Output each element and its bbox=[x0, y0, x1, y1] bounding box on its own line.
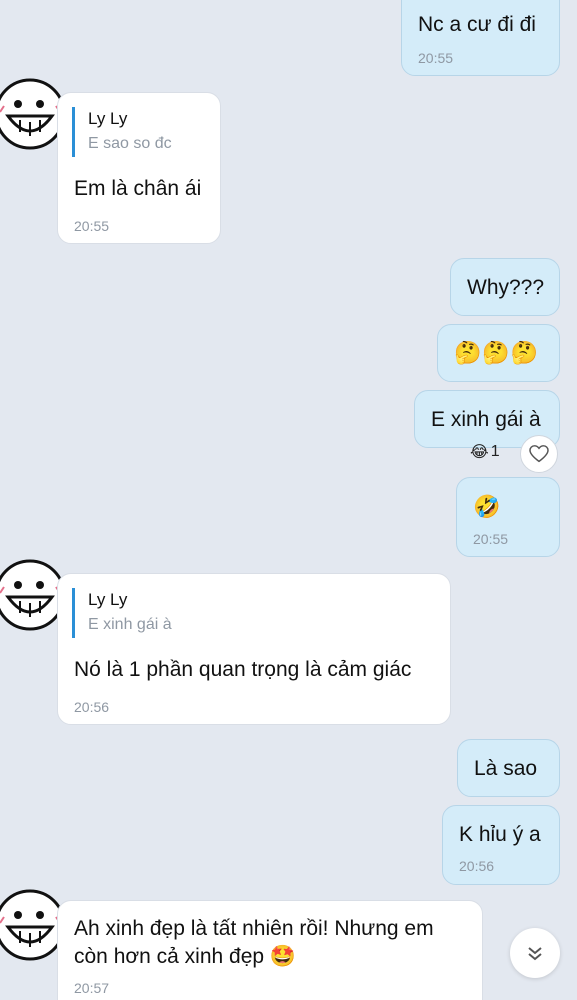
message-bubble-outgoing[interactable]: 🤔🤔🤔 bbox=[437, 324, 560, 382]
message-time: 20:56 bbox=[459, 858, 495, 874]
message-text: Là sao bbox=[474, 757, 538, 780]
message-text-line-2-text: còn hơn cả xinh đẹp bbox=[74, 945, 265, 968]
message-bubble-incoming[interactable]: Ly Ly E sao so đc Em là chân ái 20:55 bbox=[57, 92, 221, 244]
message-text: E xinh gái à bbox=[431, 408, 541, 431]
message-bubble-outgoing[interactable]: K hỉu ý a 20:56 bbox=[442, 805, 560, 885]
message-bubble-incoming[interactable]: Ly Ly E xinh gái à Nó là 1 phần quan trọ… bbox=[57, 573, 451, 725]
scroll-to-bottom-button[interactable] bbox=[510, 928, 560, 978]
heart-react-button[interactable] bbox=[520, 435, 558, 473]
message-text: Nó là 1 phần quan trọng là cảm giác bbox=[74, 658, 412, 681]
reaction-count: 1 bbox=[490, 443, 500, 460]
message-text: Nc a cư đi đi bbox=[418, 13, 536, 36]
message-time: 20:55 bbox=[418, 50, 454, 66]
message-bubble-outgoing[interactable]: Nc a cư đi đi 20:55 bbox=[401, 0, 560, 76]
message-reaction[interactable]: 😂 1 bbox=[470, 442, 500, 462]
double-chevron-down-icon bbox=[528, 947, 542, 961]
reply-quoted-text: E sao so đc bbox=[88, 135, 172, 152]
laughing-reaction-icon: 😂 bbox=[470, 444, 489, 461]
reply-quote[interactable]: Ly Ly E xinh gái à bbox=[72, 588, 172, 638]
message-text: K hỉu ý a bbox=[459, 823, 541, 846]
star-struck-emoji: 🤩 bbox=[269, 945, 297, 968]
chat-view: Nc a cư đi đi 20:55 Ly Ly E sao so đc Em… bbox=[0, 0, 577, 1000]
message-text: Em là chân ái bbox=[74, 177, 202, 200]
message-bubble-incoming[interactable]: Ah xinh đẹp là tất nhiên rồi! Nhưng em c… bbox=[57, 900, 483, 1000]
message-time: 20:55 bbox=[74, 218, 110, 234]
emoji-message: 🤔🤔🤔 bbox=[454, 340, 540, 365]
heart-icon bbox=[529, 445, 549, 463]
message-time: 20:55 bbox=[473, 531, 509, 547]
message-time: 20:56 bbox=[74, 699, 110, 715]
message-bubble-outgoing[interactable]: Là sao bbox=[457, 739, 560, 797]
reply-sender-name: Ly Ly bbox=[88, 109, 128, 128]
emoji-message: 🤣 bbox=[473, 494, 501, 519]
reply-quoted-text: E xinh gái à bbox=[88, 616, 172, 633]
message-text-line-2: còn hơn cả xinh đẹp 🤩 bbox=[74, 945, 296, 969]
reply-sender-name: Ly Ly bbox=[88, 590, 128, 609]
message-text-line-1: Ah xinh đẹp là tất nhiên rồi! Nhưng em bbox=[74, 917, 434, 940]
message-bubble-outgoing[interactable]: 🤣 20:55 bbox=[456, 477, 560, 557]
reply-quote[interactable]: Ly Ly E sao so đc bbox=[72, 107, 172, 157]
message-text: Why??? bbox=[467, 276, 545, 299]
message-bubble-outgoing[interactable]: Why??? bbox=[450, 258, 560, 316]
message-time: 20:57 bbox=[74, 980, 110, 996]
